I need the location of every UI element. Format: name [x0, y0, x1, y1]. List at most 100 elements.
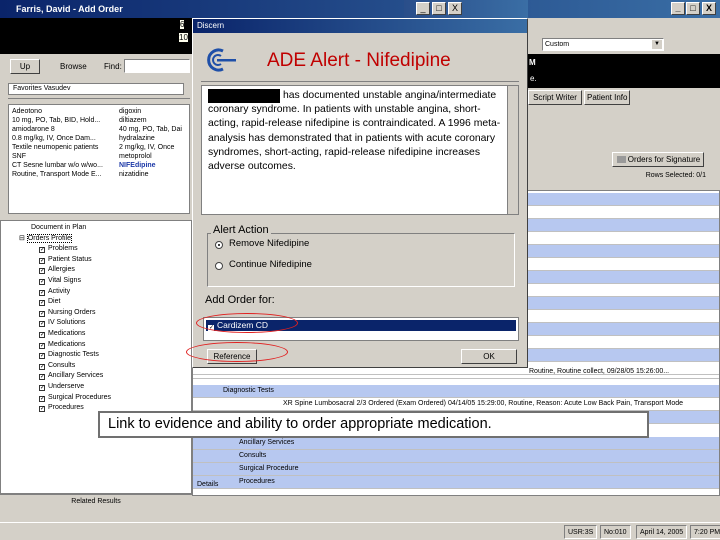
grid-category-row[interactable]: Ancillary Services [193, 437, 719, 450]
grid-category-row[interactable]: Procedures [193, 476, 719, 489]
related-results-label[interactable]: Related Results [0, 494, 192, 508]
med-list-item[interactable]: Adeotono [12, 107, 103, 116]
browse-label[interactable]: Browse [60, 62, 87, 71]
tree-node[interactable]: Document in Plan [31, 223, 86, 232]
tree-node[interactable]: ✓ Diet [39, 297, 60, 307]
dialog-title-bar: Discern [193, 19, 527, 33]
med-list-item[interactable]: Textile neumopenic patients [12, 143, 103, 152]
grid-category-row[interactable]: Consults [193, 450, 719, 463]
checkbox-icon[interactable]: ✓ [39, 342, 45, 349]
tab-script-writer[interactable]: Script Writer [528, 90, 582, 105]
checkbox-icon[interactable]: ✓ [39, 385, 45, 391]
table-row[interactable]: XR Spine Lumbosacral 2/3 Ordered (Exam O… [193, 398, 719, 411]
header-fragment-1: M [529, 58, 536, 67]
med-list-item[interactable]: 10 mg, PO, Tab, BID, Hold... [12, 116, 103, 125]
checkbox-icon[interactable]: ✓ [39, 363, 45, 370]
checkbox-icon[interactable]: ✓ [39, 332, 45, 338]
med-list-item[interactable]: CT Sesne lumbar w/o w/wo... [12, 161, 103, 170]
med-list-item[interactable]: 0.8 mg/kg, IV, Once Dam... [12, 134, 103, 143]
checkbox-icon[interactable]: ✓ [39, 321, 45, 328]
left-footer [0, 508, 192, 522]
maximize-button[interactable]: □ [686, 2, 700, 15]
tree-node[interactable]: ✓ Vital Signs [39, 276, 81, 285]
banner-fragment-2: 10 [179, 33, 188, 42]
annotation-callout: Link to evidence and ability to order ap… [98, 411, 649, 438]
tree-node[interactable]: ✓ Ancillary Services [39, 371, 103, 381]
medication-favorites-list: Adeotono 10 mg, PO, Tab, BID, Hold... amio… [8, 104, 190, 214]
checkbox-icon[interactable]: ✓ [39, 300, 45, 307]
up-label: Up [19, 62, 31, 71]
dialog-title: Discern [197, 21, 225, 30]
banner-fragment-1: 6 [180, 20, 185, 29]
med-list-item[interactable]: Routine, Transport Mode E... [12, 170, 103, 179]
grid-category-row[interactable]: Diagnostic Tests [193, 385, 719, 398]
status-mode: No:010 [600, 525, 631, 539]
remove-nifedipine-label[interactable]: Remove Nifedipine [229, 238, 309, 249]
med-list-item[interactable]: SNF [12, 152, 103, 161]
tree-node[interactable]: ✓ Underserve [39, 382, 84, 391]
tree-node[interactable]: ✓ Nursing Orders [39, 308, 95, 317]
tree-node[interactable]: ✓ Problems [39, 244, 78, 254]
med-list-item[interactable]: hydralazine [119, 134, 182, 143]
title-bar-segment: _ □ X [404, 0, 528, 18]
checkbox-icon[interactable]: ✓ [39, 257, 45, 264]
tree-node[interactable]: ✓ Diagnostic Tests [39, 350, 99, 360]
grid-category-row[interactable]: Surgical Procedure [193, 463, 719, 476]
tree-node[interactable]: ✓ Patient Status [39, 255, 92, 264]
right-toolbar: Custom ▼ [528, 18, 720, 54]
status-date: April 14, 2005 [636, 525, 688, 539]
checkbox-icon[interactable]: ✓ [39, 247, 45, 254]
med-list-item[interactable]: NIFEdipine [119, 161, 182, 170]
tree-node[interactable]: ✓ Allergies [39, 265, 75, 275]
tree-node[interactable]: ✓ Consults [39, 361, 75, 370]
continue-nifedipine-radio[interactable] [215, 262, 223, 270]
child-maximize-button[interactable]: □ [432, 2, 446, 15]
up-button[interactable]: Up [10, 59, 40, 74]
remove-nifedipine-radio[interactable] [215, 241, 223, 249]
checkbox-icon[interactable]: ✓ [39, 406, 45, 413]
favorites-tab[interactable]: Favorites Vasudev [8, 83, 184, 95]
checkbox-icon[interactable]: ✓ [39, 353, 45, 360]
tree-node[interactable]: ✓ IV Solutions [39, 318, 85, 328]
child-minimize-button[interactable]: _ [416, 2, 430, 15]
main-title-bar: Farris, David - Add Order _ □ X [0, 0, 720, 18]
continue-nifedipine-label[interactable]: Continue Nifedipine [229, 259, 312, 270]
checkbox-icon[interactable]: ✓ [39, 268, 45, 275]
tree-node[interactable]: ⊟ Orders Profile [19, 233, 72, 243]
child-close-button[interactable]: X [448, 2, 462, 15]
med-list-item[interactable]: digoxin [119, 107, 182, 116]
checkbox-icon[interactable]: ✓ [39, 395, 45, 402]
checkbox-icon[interactable]: ✓ [39, 310, 45, 317]
tab-patient-info[interactable]: Patient Info [584, 90, 630, 105]
med-list-item[interactable]: 40 mg, PO, Tab, Dai [119, 125, 182, 134]
custom-select[interactable]: Custom ▼ [542, 38, 664, 51]
add-order-for-label: Add Order for: [205, 294, 275, 306]
checkbox-icon[interactable]: ✓ [39, 289, 45, 296]
close-button[interactable]: X [702, 2, 716, 15]
med-list-item[interactable]: nizatidine [119, 170, 182, 179]
highlight-oval-order [196, 313, 298, 333]
med-list-item[interactable]: metoprolol [119, 152, 182, 161]
tree-node[interactable]: ✓ Surgical Procedures [39, 393, 111, 402]
checkbox-icon[interactable]: ✓ [39, 279, 45, 285]
orders-for-signature-button[interactable]: Orders for Signature [612, 152, 704, 167]
highlight-oval-reference [186, 342, 288, 362]
tree-node[interactable]: ✓ Medications [39, 329, 85, 338]
chevron-down-icon: ▼ [652, 40, 662, 49]
status-bar: USR:3S No:010 April 14, 2005 7:20 PM [0, 522, 720, 540]
minimize-button[interactable]: _ [671, 2, 685, 15]
details-label[interactable]: Details [197, 481, 218, 488]
header-fragment-2: e. [530, 74, 537, 83]
message-scrollbar[interactable] [507, 86, 518, 214]
med-list-item[interactable]: amiodarone 8 [12, 125, 103, 134]
tree-node[interactable]: ✓ Activity [39, 287, 70, 296]
checkbox-icon[interactable]: ✓ [39, 374, 45, 381]
tree-node[interactable]: ✓ Medications [39, 340, 85, 349]
ok-button[interactable]: OK [461, 349, 517, 364]
status-user: USR:3S [564, 525, 598, 539]
med-list-item[interactable]: diltiazem [119, 116, 182, 125]
orders-for-signature-label: Orders for Signature [627, 155, 701, 164]
find-input[interactable] [124, 59, 190, 73]
med-list-item[interactable]: 2 mg/kg, IV, Once [119, 143, 182, 152]
tree-node[interactable]: ✓ Procedures [39, 403, 84, 413]
